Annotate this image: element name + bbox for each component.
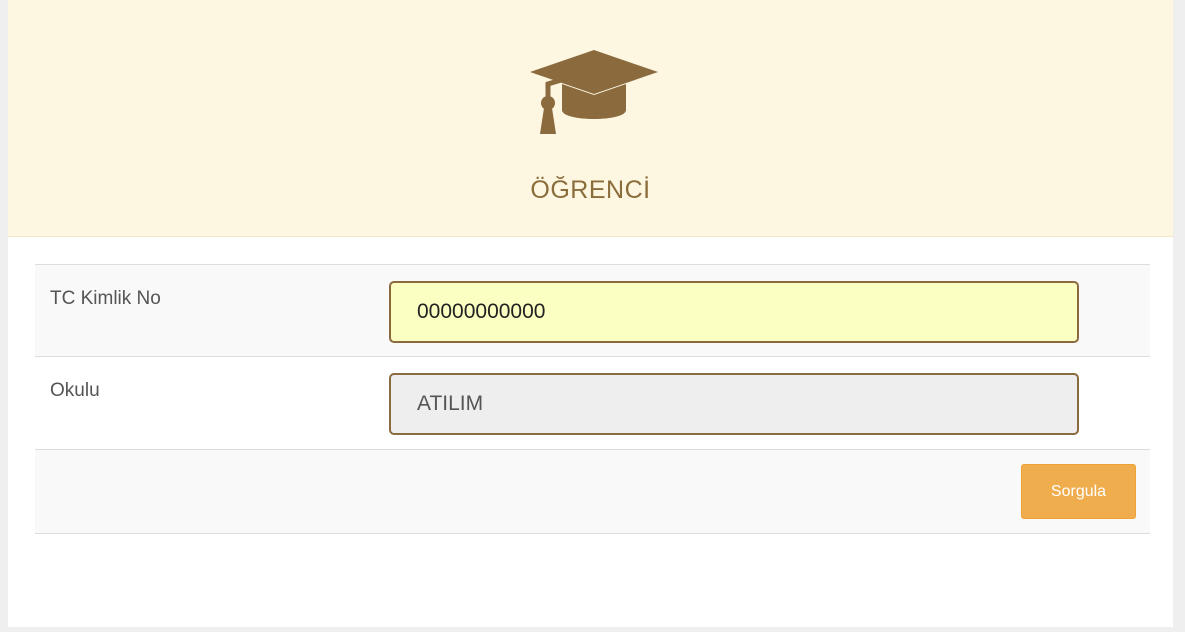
tc-row: TC Kimlik No [35,264,1150,356]
panel-header: ÖĞRENCİ [8,0,1173,237]
page-title: ÖĞRENCİ [530,176,651,204]
tc-input[interactable] [389,281,1079,343]
tc-label: TC Kimlik No [50,288,161,309]
query-button[interactable]: Sorgula [1021,464,1136,519]
student-panel: ÖĞRENCİ TC Kimlik No Okulu Sorgula [8,0,1173,627]
school-row: Okulu [35,356,1150,449]
actions-row: Sorgula [35,449,1150,534]
school-input[interactable] [389,373,1079,435]
graduation-cap-icon [530,50,658,134]
school-label: Okulu [50,380,100,401]
query-form: TC Kimlik No Okulu Sorgula [35,264,1150,534]
